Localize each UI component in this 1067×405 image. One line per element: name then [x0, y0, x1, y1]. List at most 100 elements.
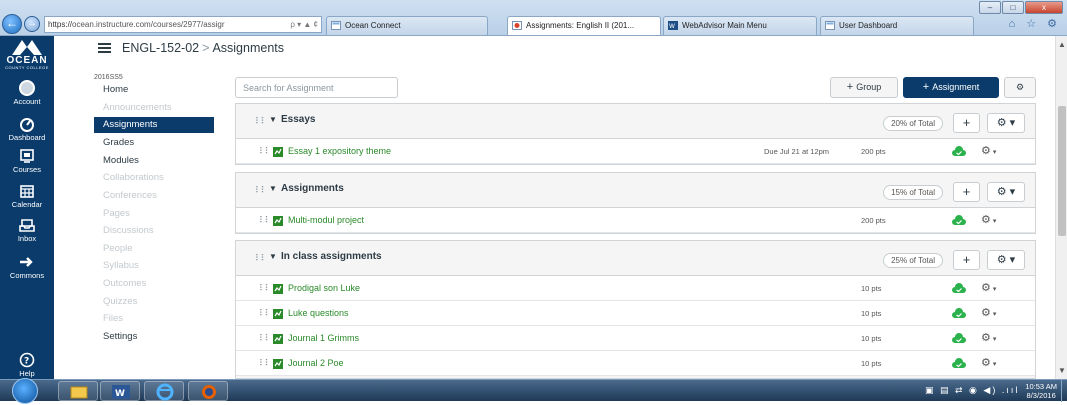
course-nav-home[interactable]: Home: [94, 81, 214, 99]
drag-handle-icon[interactable]: ⠇⠇: [259, 215, 271, 226]
global-nav-courses[interactable]: Courses: [0, 148, 54, 174]
course-nav-discussions[interactable]: Discussions: [94, 222, 214, 240]
course-nav-people[interactable]: People: [94, 240, 214, 258]
assignment-settings-gear-icon[interactable]: ⚙ ▾: [981, 213, 996, 226]
hamburger-menu-icon[interactable]: [98, 43, 111, 53]
course-nav-outcomes[interactable]: Outcomes: [94, 275, 214, 293]
published-cloud-icon[interactable]: [952, 283, 966, 294]
taskbar-firefox-icon[interactable]: [188, 381, 228, 401]
page-scrollbar[interactable]: ▲ ▼: [1055, 36, 1067, 379]
group-header[interactable]: ⠇⠇ ▼ Assignments 15% of Total + ⚙ ▾: [236, 173, 1035, 208]
back-button[interactable]: ←: [2, 14, 22, 34]
global-nav-help[interactable]: ? Help: [0, 352, 54, 378]
assignment-title-link[interactable]: Journal 2 Poe: [288, 358, 344, 368]
browser-toolbar-icons[interactable]: ⌂ ☆ ⚙: [1009, 17, 1061, 30]
address-controls-icon[interactable]: ρ ▾ ▲ ¢: [290, 17, 321, 32]
course-nav-syllabus[interactable]: Syllabus: [94, 257, 214, 275]
course-nav-quizzes[interactable]: Quizzes: [94, 293, 214, 311]
tab-assignments[interactable]: Assignments: English II (201...: [507, 16, 661, 35]
assignment-settings-gear-icon[interactable]: ⚙ ▾: [981, 356, 996, 369]
group-header[interactable]: ⠇⠇ ▼ Essays 20% of Total + ⚙ ▾: [236, 104, 1035, 139]
collapse-caret-icon[interactable]: ▼: [269, 115, 277, 124]
tray-icons[interactable]: ▣ ▤ ⇄ ◉ ◀) .ııl: [925, 385, 1019, 396]
global-nav-dashboard[interactable]: Dashboard: [0, 116, 54, 142]
assignment-title-link[interactable]: Essay 1 expository theme: [288, 146, 391, 156]
college-logo[interactable]: OCEAN COUNTY COLLEGE: [0, 38, 54, 78]
drag-handle-icon[interactable]: ⠇⠇: [255, 185, 267, 196]
group-settings-button[interactable]: ⚙ ▾: [987, 182, 1025, 202]
assignment-icon: [273, 284, 283, 294]
group-settings-button[interactable]: ⚙ ▾: [987, 113, 1025, 133]
global-nav-inbox[interactable]: Inbox: [0, 217, 54, 243]
add-assignment-to-group-button[interactable]: +: [953, 113, 980, 133]
show-desktop-button[interactable]: [1061, 380, 1067, 402]
global-nav-commons[interactable]: Commons: [0, 254, 54, 280]
system-clock[interactable]: 10:53 AM 8/3/2016: [1025, 382, 1057, 400]
course-nav-modules[interactable]: Modules: [94, 152, 214, 170]
settings-button[interactable]: ⚙: [1004, 77, 1036, 98]
minimize-button[interactable]: –: [979, 1, 1001, 14]
assignment-settings-gear-icon[interactable]: ⚙ ▾: [981, 306, 996, 319]
add-group-button[interactable]: + Group: [830, 77, 898, 98]
assignment-title-link[interactable]: Prodigal son Luke: [288, 283, 360, 293]
group-header[interactable]: ⠇⠇ ▼ In class assignments 25% of Total +…: [236, 241, 1035, 276]
assignment-row[interactable]: ⠇⠇ Journal 1 Grimms 10 pts ⚙ ▾: [236, 326, 1035, 351]
tab-ocean-connect[interactable]: Ocean Connect: [326, 16, 488, 35]
assignment-settings-gear-icon[interactable]: ⚙ ▾: [981, 331, 996, 344]
assignment-title-link[interactable]: Multi-modul project: [288, 215, 364, 225]
global-nav-calendar[interactable]: Calendar: [0, 183, 54, 209]
scrollbar-thumb[interactable]: [1058, 106, 1066, 236]
drag-handle-icon[interactable]: ⠇⠇: [259, 308, 271, 319]
scroll-up-icon[interactable]: ▲: [1058, 40, 1066, 49]
drag-handle-icon[interactable]: ⠇⠇: [259, 358, 271, 369]
assignment-title-link[interactable]: Luke questions: [288, 308, 349, 318]
course-nav-pages[interactable]: Pages: [94, 205, 214, 223]
assignment-row[interactable]: ⠇⠇ Journal 2 Poe 10 pts ⚙ ▾: [236, 351, 1035, 376]
add-assignment-to-group-button[interactable]: +: [953, 250, 980, 270]
course-nav-collaborations[interactable]: Collaborations: [94, 169, 214, 187]
course-nav-settings[interactable]: Settings: [94, 328, 214, 346]
global-nav-account[interactable]: Account: [0, 80, 54, 106]
assignment-row[interactable]: ⠇⠇ Prodigal son Luke 10 pts ⚙ ▾: [236, 276, 1035, 301]
assignment-row[interactable]: ⠇⠇ Essay 1 expository theme Due Jul 21 a…: [236, 139, 1035, 164]
assignment-row[interactable]: ⠇⠇ Luke questions 10 pts ⚙ ▾: [236, 301, 1035, 326]
published-cloud-icon[interactable]: [952, 333, 966, 344]
tab-user-dashboard[interactable]: User Dashboard: [820, 16, 974, 35]
course-nav-announcements[interactable]: Announcements: [94, 99, 214, 117]
assignment-title-link[interactable]: Journal 1 Grimms: [288, 333, 359, 343]
windows-start-button[interactable]: [12, 378, 38, 404]
add-assignment-to-group-button[interactable]: +: [953, 182, 980, 202]
collapse-caret-icon[interactable]: ▼: [269, 184, 277, 193]
collapse-caret-icon[interactable]: ▼: [269, 252, 277, 261]
group-settings-button[interactable]: ⚙ ▾: [987, 250, 1025, 270]
published-cloud-icon[interactable]: [952, 146, 966, 157]
scroll-down-icon[interactable]: ▼: [1058, 366, 1066, 375]
drag-handle-icon[interactable]: ⠇⠇: [255, 116, 267, 127]
course-nav-grades[interactable]: Grades: [94, 134, 214, 152]
group-weight-badge: 15% of Total: [883, 185, 943, 200]
forward-button[interactable]: →: [24, 16, 40, 32]
search-assignment-input[interactable]: [235, 77, 398, 98]
close-window-button[interactable]: x: [1025, 1, 1063, 14]
assignment-settings-gear-icon[interactable]: ⚙ ▾: [981, 281, 996, 294]
course-nav-assignments[interactable]: Assignments: [94, 117, 214, 134]
taskbar-word-icon[interactable]: W: [100, 381, 140, 401]
assignment-row[interactable]: ⠇⠇ Multi-modul project 200 pts ⚙ ▾: [236, 208, 1035, 233]
drag-handle-icon[interactable]: ⠇⠇: [259, 333, 271, 344]
add-assignment-button[interactable]: + Assignment: [903, 77, 999, 98]
taskbar-explorer-icon[interactable]: [58, 381, 98, 401]
drag-handle-icon[interactable]: ⠇⠇: [259, 146, 271, 157]
assignment-settings-gear-icon[interactable]: ⚙ ▾: [981, 144, 996, 157]
published-cloud-icon[interactable]: [952, 215, 966, 226]
taskbar-internet-explorer-icon[interactable]: [144, 381, 184, 401]
course-nav-files[interactable]: Files: [94, 310, 214, 328]
course-nav-conferences[interactable]: Conferences: [94, 187, 214, 205]
address-bar[interactable]: https:// ocean.instructure.com/courses/2…: [44, 16, 322, 33]
drag-handle-icon[interactable]: ⠇⠇: [259, 283, 271, 294]
drag-handle-icon[interactable]: ⠇⠇: [255, 253, 267, 264]
maximize-button[interactable]: □: [1002, 1, 1024, 14]
breadcrumb-course-link[interactable]: ENGL-152-02: [122, 41, 199, 55]
published-cloud-icon[interactable]: [952, 358, 966, 369]
published-cloud-icon[interactable]: [952, 308, 966, 319]
tab-webadvisor[interactable]: W WebAdvisor Main Menu: [663, 16, 817, 35]
